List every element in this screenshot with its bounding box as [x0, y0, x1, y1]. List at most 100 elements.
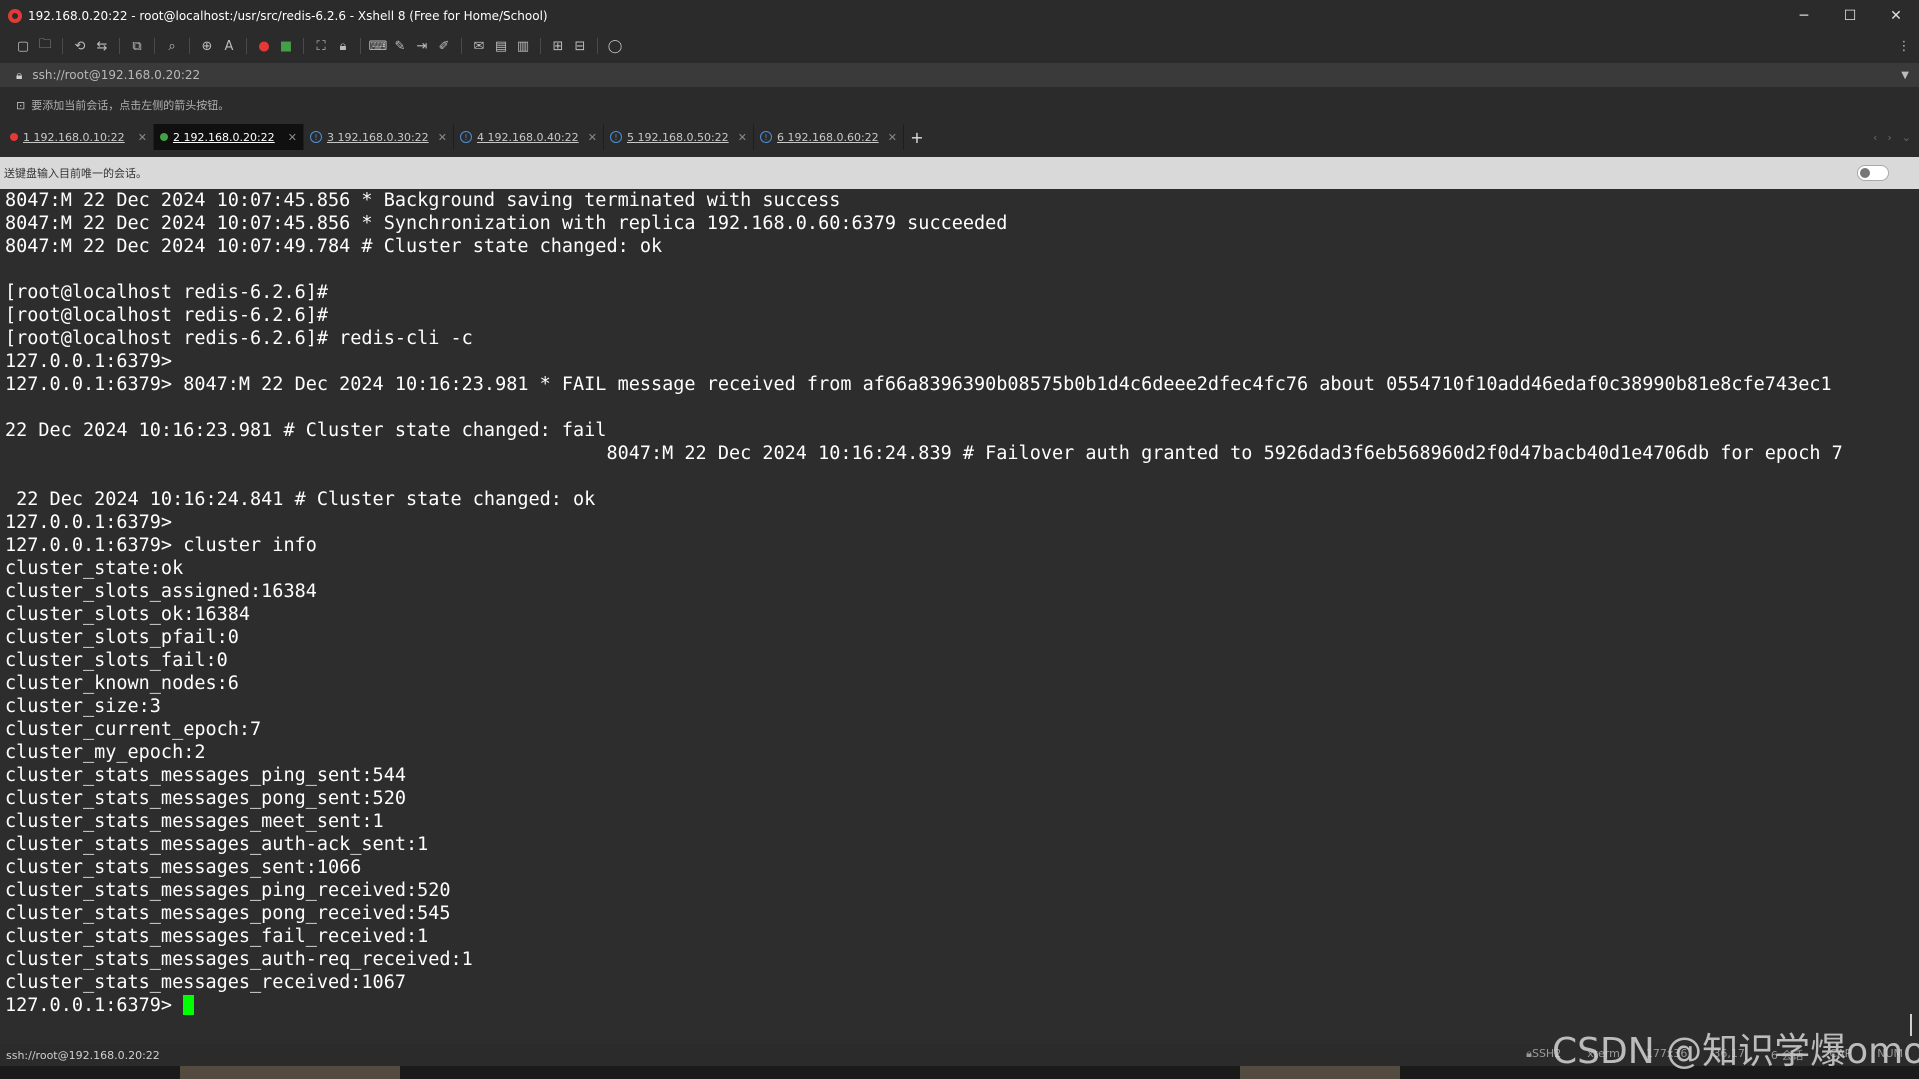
close-tab-icon[interactable]: ✕	[288, 131, 297, 144]
chevron-down-icon[interactable]: ▼	[1901, 70, 1909, 81]
maximize-button[interactable]: ☐	[1827, 0, 1873, 31]
add-session-icon[interactable]: ⊡	[16, 99, 25, 112]
xftp-icon[interactable]: ■	[277, 37, 295, 55]
toolbar-divider	[62, 38, 63, 54]
more-menu-icon[interactable]: ⋮	[1895, 37, 1913, 55]
lock-icon[interactable]: 🔒︎	[334, 37, 352, 55]
globe-icon[interactable]: ⊕	[198, 37, 216, 55]
send-input-bar: 送键盘输入目前唯一的会话。	[0, 157, 1919, 189]
tab-label: 1 192.168.0.10:22	[23, 130, 125, 144]
terminal-line: [root@localhost redis-6.2.6]#	[5, 305, 329, 326]
terminal-line: cluster_stats_messages_sent:1066	[5, 857, 362, 878]
toolbar-divider	[189, 38, 190, 54]
terminal-line: 22 Dec 2024 10:16:23.981 # Cluster state…	[5, 420, 607, 441]
toolbar-divider	[246, 38, 247, 54]
terminal-line: cluster_size:3	[5, 696, 161, 717]
info-status-icon: !	[760, 131, 772, 143]
terminal-line: cluster_stats_messages_auth-ack_sent:1	[5, 834, 429, 855]
chevron-down-icon[interactable]: ⌄	[1902, 131, 1911, 144]
layout-icon[interactable]: ⊟	[571, 37, 589, 55]
terminal-line: cluster_my_epoch:2	[5, 742, 206, 763]
terminal-scrollbar[interactable]	[1905, 189, 1919, 1044]
terminal-line: cluster_stats_messages_received:1067	[5, 972, 406, 993]
copy-icon[interactable]: ⧉	[128, 37, 146, 55]
minimize-button[interactable]: ─	[1781, 0, 1827, 31]
terminal-line: 8047:M 22 Dec 2024 10:07:45.856 * Synchr…	[5, 213, 1008, 234]
reconnect-icon[interactable]: ⟲	[71, 37, 89, 55]
close-button[interactable]: ✕	[1873, 0, 1919, 31]
xshell-logo-icon	[8, 8, 22, 23]
send-input-label: 送键盘输入目前唯一的会话。	[4, 167, 147, 180]
terminal-line: cluster_stats_messages_pong_sent:520	[5, 788, 406, 809]
send-to-all-toggle[interactable]	[1857, 165, 1889, 181]
terminal-line: 127.0.0.1:6379>	[5, 512, 173, 533]
status-connection: ssh://root@192.168.0.20:22	[6, 1048, 160, 1062]
transfer-icon[interactable]: ⇥	[413, 37, 431, 55]
tunnel-icon[interactable]: ⊞	[549, 37, 567, 55]
terminal-line: cluster_stats_messages_auth-req_received…	[5, 949, 473, 970]
compose-icon[interactable]: ✉	[470, 37, 488, 55]
terminal-line: cluster_current_epoch:7	[5, 719, 262, 740]
tab-session-1[interactable]: 1 192.168.0.10:22 ✕	[4, 124, 154, 150]
close-tab-icon[interactable]: ✕	[138, 131, 147, 144]
terminal-line: 127.0.0.1:6379> 8047:M 22 Dec 2024 10:16…	[5, 374, 1832, 395]
toolbar-divider	[154, 38, 155, 54]
lock-icon: 🔒︎	[16, 67, 23, 82]
window-title: 192.168.0.20:22 - root@localhost:/usr/sr…	[28, 8, 548, 23]
terminal-line: 127.0.0.1:6379>	[5, 351, 173, 372]
close-tab-icon[interactable]: ✕	[438, 131, 447, 144]
close-tab-icon[interactable]: ✕	[588, 131, 597, 144]
terminal-line: 127.0.0.1:6379> cluster info	[5, 535, 317, 556]
terminal-line: 8047:M 22 Dec 2024 10:16:24.839 # Failov…	[5, 443, 1843, 464]
tab-session-4[interactable]: ! 4 192.168.0.40:22 ✕	[454, 124, 604, 150]
session-hint-text: 要添加当前会话，点击左侧的箭头按钮。	[31, 99, 230, 112]
terminal-line: 8047:M 22 Dec 2024 10:07:49.784 # Cluste…	[5, 236, 663, 257]
terminal-line: 22 Dec 2024 10:16:24.841 # Cluster state…	[5, 489, 596, 510]
disconnect-icon[interactable]: ⇆	[93, 37, 111, 55]
window-controls: ─ ☐ ✕	[1781, 0, 1919, 31]
tab-session-6[interactable]: ! 6 192.168.0.60:22 ✕	[754, 124, 904, 150]
terminal-prompt: 127.0.0.1:6379>	[5, 995, 184, 1016]
address-input[interactable]: ssh://root@192.168.0.20:22	[32, 68, 200, 82]
toolbar-divider	[540, 38, 541, 54]
fullscreen-icon[interactable]: ⛶	[312, 37, 330, 55]
close-tab-icon[interactable]: ✕	[888, 131, 897, 144]
open-folder-icon[interactable]: 🗀	[36, 37, 54, 55]
close-tab-icon[interactable]: ✕	[738, 131, 747, 144]
desktop-wallpaper	[180, 1066, 400, 1079]
xshell-icon[interactable]: ●	[255, 37, 273, 55]
notes-icon[interactable]: ▥	[514, 37, 532, 55]
toolbar-divider	[360, 38, 361, 54]
connected-status-icon	[160, 133, 168, 141]
terminal-output[interactable]: 8047:M 22 Dec 2024 10:07:45.856 * Backgr…	[0, 189, 1905, 1044]
tab-session-3[interactable]: ! 3 192.168.0.30:22 ✕	[304, 124, 454, 150]
terminal-line: cluster_state:ok	[5, 558, 184, 579]
session-tabs: 1 192.168.0.10:22 ✕ 2 192.168.0.20:22 ✕ …	[0, 124, 1919, 150]
find-icon[interactable]: ⌕	[163, 37, 181, 55]
terminal-prompt-line: 127.0.0.1:6379>	[0, 994, 1905, 1017]
tab-label: 3 192.168.0.30:22	[327, 130, 429, 144]
tab-label: 4 192.168.0.40:22	[477, 130, 579, 144]
highlight-icon[interactable]: ▤	[492, 37, 510, 55]
terminal-line: [root@localhost redis-6.2.6]#	[5, 282, 329, 303]
new-session-icon[interactable]: ▢	[14, 37, 32, 55]
font-icon[interactable]: A	[220, 37, 238, 55]
help-icon[interactable]: ◯	[606, 37, 624, 55]
chevron-right-icon[interactable]: ›	[1887, 131, 1891, 144]
tab-label: 2 192.168.0.20:22	[173, 130, 275, 144]
address-bar[interactable]: 🔒︎ ssh://root@192.168.0.20:22 ▼	[0, 63, 1919, 87]
tab-session-5[interactable]: ! 5 192.168.0.50:22 ✕	[604, 124, 754, 150]
keyboard-icon[interactable]: ⌨	[369, 37, 388, 55]
toolbar-divider	[597, 38, 598, 54]
terminal-line: cluster_stats_messages_pong_received:545	[5, 903, 451, 924]
terminal-line: cluster_slots_fail:0	[5, 650, 228, 671]
toolbar: ▢ 🗀 ⟲ ⇆ ⧉ ⌕ ⊕ A ● ■ ⛶ 🔒︎ ⌨ ✎ ⇥ ✐ ✉ ▤ ▥ ⊞…	[0, 31, 1919, 61]
script-icon[interactable]: ✎	[391, 37, 409, 55]
title-bar: 192.168.0.20:22 - root@localhost:/usr/sr…	[0, 0, 1919, 31]
new-tab-button[interactable]: +	[904, 124, 930, 150]
tab-session-2[interactable]: 2 192.168.0.20:22 ✕	[154, 124, 304, 150]
terminal-line: 8047:M	[5, 466, 1905, 487]
log-icon[interactable]: ✐	[435, 37, 453, 55]
chevron-left-icon[interactable]: ‹	[1873, 131, 1877, 144]
terminal-line: 8047:M 22 Dec 2024 10:07:45.856 * Backgr…	[5, 190, 841, 211]
